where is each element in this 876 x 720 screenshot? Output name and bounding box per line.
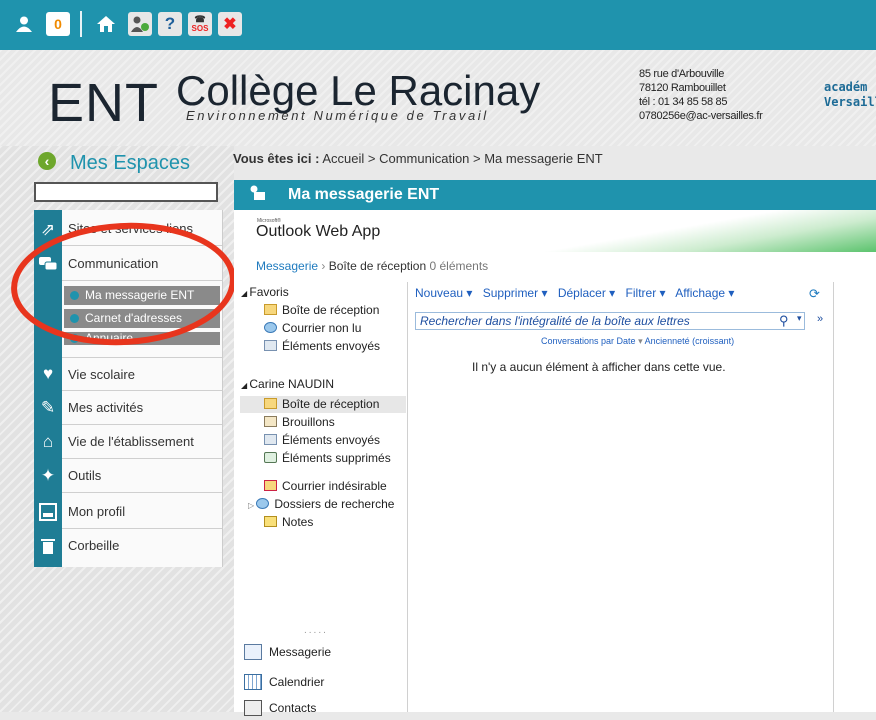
mail-icon: [244, 644, 262, 660]
delete-button[interactable]: Supprimer ▾: [483, 286, 548, 300]
owa-bc-messagerie[interactable]: Messagerie: [256, 259, 318, 273]
sidebar-item-activites[interactable]: Mes activités: [62, 391, 222, 425]
heart-icon: ♥: [42, 364, 54, 383]
notifications-badge[interactable]: 0: [46, 12, 70, 36]
breadcrumb-prefix: Vous êtes ici :: [233, 151, 320, 166]
sent-icon: [264, 340, 277, 351]
drafts-icon: [264, 416, 277, 427]
sidebar-search-input[interactable]: [34, 182, 218, 202]
academie-logo: académ: [824, 80, 868, 94]
owa-bc-current: Boîte de réception: [328, 259, 427, 273]
sent-icon: [264, 434, 277, 445]
owa-breadcrumb: Messagerie › Boîte de réception 0 élémen…: [256, 259, 488, 273]
email-line: 0780256e@ac-versailles.fr: [639, 110, 763, 122]
home-icon[interactable]: [94, 12, 118, 36]
folder-drafts[interactable]: Brouillons: [264, 414, 430, 431]
pane-resize-handle[interactable]: .....: [304, 625, 328, 636]
junk-icon: [264, 480, 277, 491]
sort-bar: Conversations par Date ▾ Ancienneté (cro…: [541, 336, 735, 346]
move-button[interactable]: Déplacer ▾: [558, 286, 615, 300]
user-icon[interactable]: [12, 12, 36, 36]
folder-inbox[interactable]: Boîte de réception: [240, 396, 406, 413]
trash-icon: [34, 532, 62, 560]
search-folder-icon: [264, 322, 277, 333]
search-placeholder: Rechercher dans l'intégralité de la boît…: [420, 314, 690, 328]
refresh-icon[interactable]: ⟳: [809, 286, 820, 302]
breadcrumb-path[interactable]: Accueil > Communication > Ma messagerie …: [322, 151, 602, 166]
search-dropdown-icon[interactable]: ▾: [797, 313, 802, 324]
owa-bc-count: 0 éléments: [429, 259, 489, 273]
collapse-arrow-icon[interactable]: ‹: [38, 152, 56, 170]
sidebar-item-vie-scolaire[interactable]: Vie scolaire: [62, 357, 222, 391]
address-line: 85 rue d'Arbouville: [639, 68, 725, 80]
close-icon[interactable]: ✖: [218, 12, 242, 36]
calendar-icon: [244, 674, 262, 690]
profile-icon: [34, 498, 62, 526]
sidebar-title: Mes Espaces: [70, 152, 191, 174]
notes-icon: [264, 516, 277, 527]
contacts-icon: [244, 700, 262, 716]
folder-deleted[interactable]: Éléments supprimés: [264, 450, 430, 467]
chevron-down-icon[interactable]: »: [817, 313, 823, 325]
folder-search-folders[interactable]: ▷ Dossiers de recherche: [248, 496, 414, 513]
favorites-header[interactable]: ◢ Favoris: [241, 284, 407, 301]
top-toolbar: 0 ? ☎ SOS ✖: [0, 0, 876, 50]
sidebar-item-etablissement[interactable]: Vie de l'établissement: [62, 425, 222, 459]
deleted-icon: [264, 452, 277, 463]
owa-toolbar: Nouveau ▾ Supprimer ▾ Déplacer ▾ Filtrer…: [415, 286, 741, 300]
phone-line: tél : 01 34 85 58 85: [639, 96, 728, 108]
home-icon: ⌂: [42, 432, 54, 451]
sort-by[interactable]: Conversations par Date: [541, 336, 636, 346]
nav-calendrier[interactable]: Calendrier: [244, 670, 404, 694]
account-header[interactable]: ◢ Carine NAUDIN: [241, 376, 407, 393]
page-title: Ma messagerie ENT: [288, 186, 440, 203]
folder-unread-fav[interactable]: Courrier non lu: [264, 320, 430, 337]
folder-sent[interactable]: Éléments envoyés: [264, 432, 430, 449]
sidebar-item-profil[interactable]: Mon profil: [62, 495, 222, 529]
search-folder-icon: [256, 498, 270, 509]
sidebar-item-outils[interactable]: Outils: [62, 459, 222, 493]
folder-notes[interactable]: Notes: [264, 514, 430, 531]
academie-logo: Versaill: [824, 95, 876, 109]
users-icon[interactable]: [128, 12, 152, 36]
wrench-icon: ✦: [40, 466, 56, 485]
nav-messagerie[interactable]: Messagerie: [244, 640, 404, 664]
inbox-icon: [264, 398, 277, 409]
owa-bc-sep: ›: [321, 259, 326, 273]
folder-inbox-fav[interactable]: Boîte de réception: [264, 302, 430, 319]
folder-junk[interactable]: Courrier indésirable: [264, 478, 430, 495]
edit-icon: ✎: [40, 398, 56, 417]
nav-contacts[interactable]: Contacts: [244, 696, 404, 720]
messaging-icon: [248, 185, 266, 206]
sort-order[interactable]: Ancienneté (croissant): [645, 336, 735, 346]
header-subtitle: Environnement Numérique de Travail: [186, 108, 489, 123]
view-button[interactable]: Affichage ▾: [675, 286, 734, 300]
search-icon[interactable]: ⚲: [779, 313, 789, 329]
inbox-icon: [264, 304, 277, 315]
new-button[interactable]: Nouveau ▾: [415, 286, 472, 300]
help-icon[interactable]: ?: [158, 12, 182, 36]
empty-message: Il n'y a aucun élément à afficher dans c…: [472, 360, 726, 374]
owa-title: Outlook Web App: [256, 223, 381, 240]
filter-button[interactable]: Filtrer ▾: [626, 286, 666, 300]
sidebar-item-corbeille[interactable]: Corbeille: [62, 529, 222, 563]
folder-sent-fav[interactable]: Éléments envoyés: [264, 338, 430, 355]
breadcrumb: Vous êtes ici : Accueil > Communication …: [233, 151, 603, 166]
ent-logo-text: ENT: [48, 73, 159, 133]
sos-icon[interactable]: ☎ SOS: [188, 12, 212, 36]
address-line: 78120 Rambouillet: [639, 82, 726, 94]
